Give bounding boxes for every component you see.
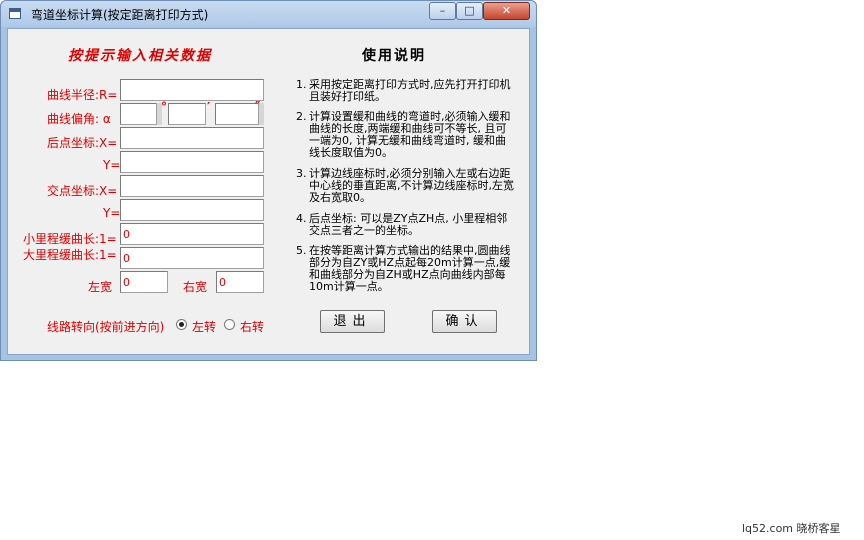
help-item-text: 计算设置缓和曲线的弯道时,必须输入缓和曲线的长度,两端缓和曲线可不等长, 且可一… [309,110,511,159]
intersection-x-label: 交点坐标:X= [47,184,118,198]
right-width-input[interactable] [216,271,264,293]
large-curve-length-label: 大里程缓曲长:1= [23,248,117,262]
start-point-x-label: 后点坐标:X= [47,136,118,150]
help-item-4: 4. 后点坐标: 可以是ZY点ZH点, 小里程相邻交点三者之一的坐标。 [296,213,516,237]
help-item-5: 5. 在按等距离计算方式输出的结果中,圆曲线部分为自ZY或HZ点起每20m计算一… [296,245,516,293]
small-curve-length-input[interactable] [120,223,264,245]
turn-left-label: 左转 [192,320,217,334]
start-point-y-input[interactable] [120,151,264,173]
help-item-number: 5. [296,244,307,257]
radius-label: 曲线半径:R= [47,88,118,102]
help-item-number: 1. [296,78,307,91]
turn-right-radio[interactable] [224,319,235,330]
form-heading: 按提示输入相关数据 [68,48,212,64]
maximize-button[interactable]: □ [456,2,483,20]
angle-degree-input[interactable] [120,103,160,125]
intersection-x-input[interactable] [120,175,264,197]
exit-button[interactable]: 退出 [320,310,385,333]
help-item-3: 3. 计算边线座标时,必须分别输入左或右边距中心线的垂直距离,不计算边线座标时,… [296,168,516,204]
help-item-number: 3. [296,167,307,180]
intersection-y-input[interactable] [120,199,264,221]
start-point-y-label: Y= [103,158,121,172]
intersection-y-label: Y= [103,206,121,220]
help-item-number: 4. [296,212,307,225]
second-unit: ″ [255,99,261,113]
app-window-icon [9,8,21,19]
left-width-input[interactable] [120,271,168,293]
help-item-text: 采用按定距离打印方式时,应先打开打印机且装好打印纸。 [309,78,511,103]
help-item-text: 计算边线座标时,必须分别输入左或右边距中心线的垂直距离,不计算边线座标时,左宽及… [309,167,514,204]
turn-right-label: 右转 [240,320,265,334]
help-item-number: 2. [296,110,307,123]
left-width-label: 左宽 [88,280,113,294]
start-point-x-input[interactable] [120,127,264,149]
confirm-button[interactable]: 确认 [432,310,497,333]
title-bar[interactable]: 弯道坐标计算(按定距离打印方式) – □ ✕ [1,1,536,27]
help-item-text: 后点坐标: 可以是ZY点ZH点, 小里程相邻交点三者之一的坐标。 [309,212,508,237]
help-item-2: 2. 计算设置缓和曲线的弯道时,必须输入缓和曲线的长度,两端缓和曲线可不等长, … [296,111,516,159]
help-item-1: 1. 采用按定距离打印方式时,应先打开打印机且装好打印纸。 [296,79,516,103]
minute-unit: ′ [207,100,211,114]
angle-label: 曲线偏角: α [47,112,111,126]
large-curve-length-input[interactable] [120,247,264,269]
help-heading: 使用说明 [362,48,426,64]
window-title: 弯道坐标计算(按定距离打印方式) [31,8,209,22]
minimize-button[interactable]: – [429,2,456,20]
radius-input[interactable] [120,79,264,101]
angle-minute-input[interactable] [168,103,206,125]
direction-label: 线路转向(按前进方向) [47,320,165,334]
right-width-label: 右宽 [183,280,208,294]
small-curve-length-label: 小里程缓曲长:1= [23,232,117,246]
turn-left-radio[interactable] [176,319,187,330]
degree-unit: ° [161,100,167,114]
site-watermark: lq52.com 晓桥客星 [742,522,841,535]
help-item-text: 在按等距离计算方式输出的结果中,圆曲线部分为自ZY或HZ点起每20m计算一点,缓… [309,244,511,293]
close-button[interactable]: ✕ [483,2,530,20]
